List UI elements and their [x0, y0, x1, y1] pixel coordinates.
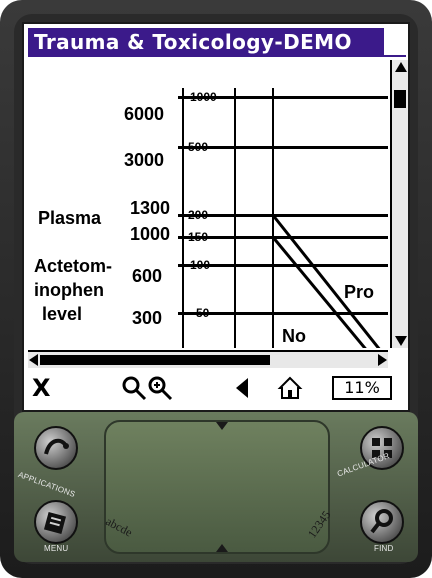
applications-label: APPLICATIONS — [16, 470, 77, 499]
toolbar: X 11% — [28, 370, 406, 408]
find-label: FIND — [374, 544, 394, 553]
palm-device: Trauma & Toxicology-DEMO Plasma Actetom-… — [0, 0, 432, 578]
horizontal-scroll-thumb[interactable] — [40, 355, 270, 365]
magnifier-icon — [122, 376, 147, 401]
graffiti-right-text: 12345 — [304, 508, 334, 541]
scroll-up-arrow-icon[interactable] — [395, 62, 407, 72]
graffiti-area[interactable]: abcde 12345 — [103, 420, 333, 554]
zoom-in-icon[interactable] — [146, 374, 174, 402]
menu-button[interactable] — [34, 500, 78, 544]
title-underline — [28, 55, 406, 57]
app-title: Trauma & Toxicology-DEMO — [28, 28, 384, 56]
zoom-level: 11% — [332, 376, 392, 400]
menu-label: MENU — [44, 544, 69, 553]
screen: Trauma & Toxicology-DEMO Plasma Actetom-… — [22, 22, 410, 412]
graffiti-left-text: abcde — [103, 514, 135, 540]
back-icon[interactable] — [232, 374, 252, 402]
scroll-left-arrow-icon[interactable] — [29, 354, 38, 366]
annotation-no: No — [282, 326, 306, 346]
magnifier-plus-icon — [148, 376, 173, 401]
close-icon[interactable]: X — [32, 374, 51, 402]
applications-button[interactable] — [34, 426, 78, 470]
graffiti-top-marker-icon — [216, 422, 228, 430]
menu-icon — [43, 511, 67, 535]
zoom-out-icon[interactable] — [120, 374, 148, 402]
left-triangle-icon — [236, 378, 248, 398]
annotation-pro: Pro — [344, 282, 375, 302]
applications-icon — [44, 438, 69, 455]
nomogram-diagonals — [270, 213, 381, 348]
scroll-right-arrow-icon[interactable] — [378, 354, 387, 366]
find-icon — [370, 509, 393, 534]
nomogram-content: Plasma Actetom- inophen level 6000 3000 … — [28, 60, 388, 348]
lower-panel: abcde 12345 APPLICATIONS MENU CALCULATOR… — [14, 412, 418, 562]
horizontal-scrollbar[interactable] — [28, 350, 388, 368]
vertical-scrollbar[interactable] — [390, 60, 408, 348]
house-icon — [277, 376, 303, 399]
home-icon[interactable] — [276, 374, 304, 402]
vertical-scroll-thumb[interactable] — [394, 90, 406, 108]
graffiti-bottom-marker-icon — [216, 544, 228, 552]
scroll-down-arrow-icon[interactable] — [395, 336, 407, 346]
find-button[interactable] — [360, 500, 404, 544]
